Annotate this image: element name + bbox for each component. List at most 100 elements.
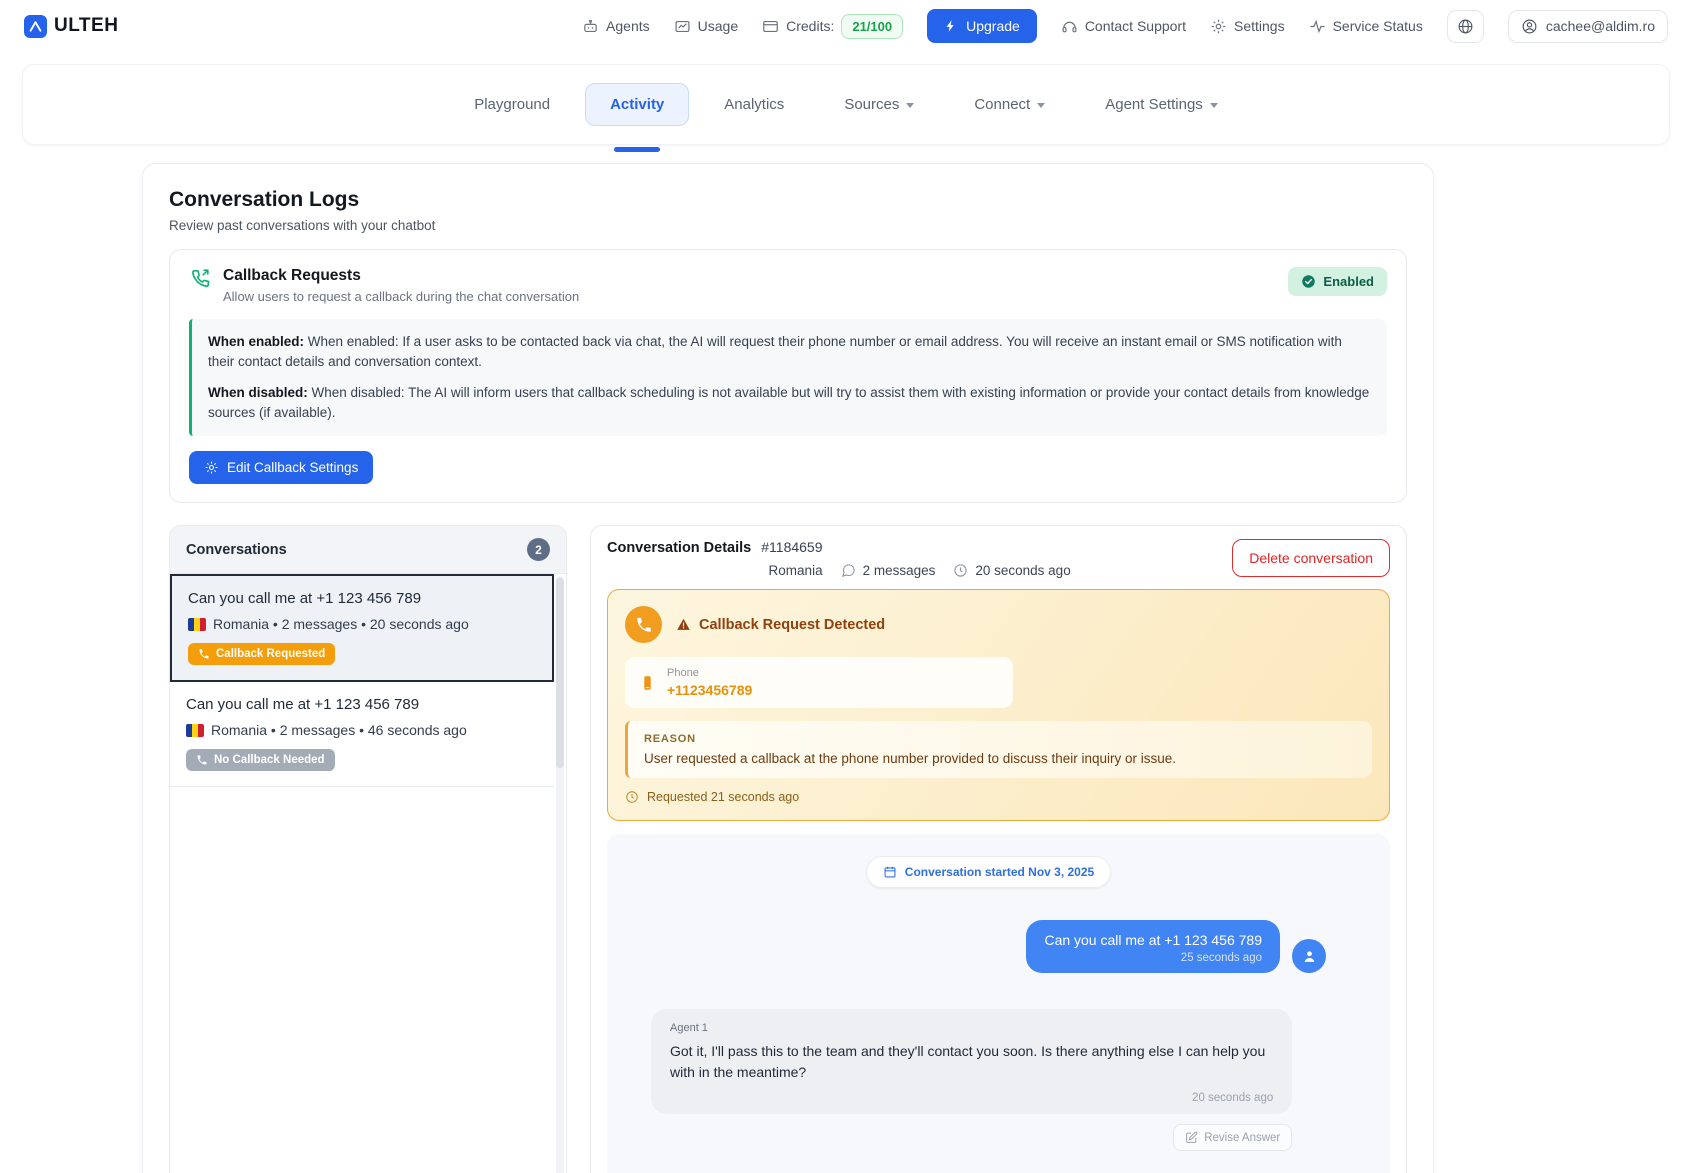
brand-name: ULTEH bbox=[54, 15, 118, 37]
conversations-header: Conversations 2 bbox=[170, 526, 566, 574]
conversations-scrollbar bbox=[556, 576, 564, 1173]
chevron-down-icon bbox=[1210, 103, 1218, 108]
tab-playground[interactable]: Playground bbox=[449, 83, 575, 126]
navbar-menu: Agents Usage Credits: 21/100 Upgrade Con… bbox=[582, 9, 1668, 43]
nav-usage[interactable]: Usage bbox=[674, 18, 738, 35]
details-meta-row: Romania 2 messages 20 seconds ago bbox=[607, 563, 1232, 578]
gear-icon bbox=[1210, 18, 1227, 35]
conversation-list-item[interactable]: Can you call me at +1 123 456 789 Romani… bbox=[170, 574, 554, 682]
romania-flag-icon bbox=[186, 724, 204, 737]
phone-callback-icon bbox=[189, 267, 211, 289]
reason-text: User requested a callback at the phone n… bbox=[644, 751, 1356, 766]
chat-transcript-area: Conversation started Nov 3, 2025 Can you… bbox=[607, 834, 1390, 1173]
mobile-phone-icon bbox=[639, 673, 656, 693]
language-globe-button[interactable] bbox=[1447, 10, 1484, 43]
agent-message-row: Agent 1 Got it, I'll pass this to the te… bbox=[651, 1009, 1326, 1151]
conversations-title: Conversations bbox=[186, 542, 287, 558]
conversation-meta: Romania • 2 messages • 20 seconds ago bbox=[213, 616, 469, 632]
details-title: Conversation Details bbox=[607, 540, 751, 556]
edit-callback-settings-button[interactable]: Edit Callback Settings bbox=[189, 451, 373, 484]
user-message-row: Can you call me at +1 123 456 789 25 sec… bbox=[651, 920, 1326, 973]
page-title: Conversation Logs bbox=[169, 188, 1407, 212]
romania-flag-icon bbox=[188, 618, 206, 631]
speech-bubble-icon bbox=[841, 563, 856, 578]
reason-label: REASON bbox=[644, 733, 1356, 745]
nav-settings[interactable]: Settings bbox=[1210, 18, 1285, 35]
conversation-id: #1184659 bbox=[761, 539, 822, 555]
agent-tabs-bar: Playground Activity Analytics Sources Co… bbox=[22, 64, 1670, 145]
reason-box: REASON User requested a callback at the … bbox=[625, 721, 1372, 778]
brand-logo[interactable]: ULTEH bbox=[24, 15, 118, 38]
tab-activity[interactable]: Activity bbox=[585, 83, 689, 126]
tab-agent-settings[interactable]: Agent Settings bbox=[1080, 83, 1243, 126]
chevron-down-icon bbox=[906, 103, 914, 108]
conversations-panel: Conversations 2 Can you call me at +1 12… bbox=[169, 525, 567, 1173]
callback-requested-badge: Callback Requested bbox=[188, 643, 335, 665]
user-avatar bbox=[1292, 939, 1326, 973]
tab-analytics[interactable]: Analytics bbox=[699, 83, 809, 126]
no-callback-badge: No Callback Needed bbox=[186, 749, 335, 771]
delete-conversation-button[interactable]: Delete conversation bbox=[1232, 539, 1390, 577]
agent-message-bubble: Agent 1 Got it, I'll pass this to the te… bbox=[651, 1009, 1292, 1114]
clock-icon bbox=[953, 563, 968, 578]
credits-value-badge: 21/100 bbox=[841, 14, 903, 39]
user-account-menu[interactable]: cachee@aldim.ro bbox=[1508, 10, 1668, 43]
callback-detected-card: Callback Request Detected Phone +1123456… bbox=[607, 589, 1390, 821]
headset-icon bbox=[1061, 18, 1078, 35]
callback-info-box: When enabled: When enabled: If a user as… bbox=[189, 319, 1387, 436]
conversation-details-panel: Conversation Details #1184659 Romania 2 … bbox=[590, 525, 1407, 1173]
robot-icon bbox=[582, 18, 599, 35]
gear-icon bbox=[204, 460, 219, 475]
phone-label: Phone bbox=[667, 667, 752, 679]
phone-icon bbox=[198, 648, 210, 660]
requested-time-line: Requested 21 seconds ago bbox=[625, 790, 1372, 804]
nav-service-status[interactable]: Service Status bbox=[1309, 18, 1423, 35]
time-meta: 20 seconds ago bbox=[975, 563, 1070, 578]
user-circle-icon bbox=[1521, 18, 1538, 35]
user-message-time: 25 seconds ago bbox=[1044, 952, 1262, 964]
globe-icon bbox=[1457, 18, 1474, 35]
conversation-started-pill: Conversation started Nov 3, 2025 bbox=[866, 856, 1111, 888]
agent-name: Agent 1 bbox=[670, 1022, 1273, 1034]
phone-icon bbox=[196, 754, 208, 766]
when-disabled-paragraph: When disabled: When disabled: The AI wil… bbox=[208, 383, 1371, 424]
warning-triangle-icon bbox=[676, 617, 691, 632]
conversation-meta: Romania • 2 messages • 46 seconds ago bbox=[211, 722, 467, 738]
top-navbar: ULTEH Agents Usage Credits: 21/100 Upgra… bbox=[0, 0, 1692, 52]
check-circle-icon bbox=[1301, 274, 1316, 289]
scrollbar-thumb[interactable] bbox=[556, 578, 564, 768]
callback-requests-title: Callback Requests bbox=[223, 267, 579, 285]
chevron-down-icon bbox=[1037, 103, 1045, 108]
nav-credits: Credits: 21/100 bbox=[762, 14, 903, 39]
when-enabled-paragraph: When enabled: When enabled: If a user as… bbox=[208, 332, 1371, 373]
status-badge-enabled: Enabled bbox=[1288, 267, 1387, 296]
pencil-icon bbox=[1185, 1131, 1198, 1144]
phone-circle-icon bbox=[625, 606, 662, 643]
revise-answer-button[interactable]: Revise Answer bbox=[1173, 1124, 1292, 1151]
credits-label: Credits: bbox=[786, 18, 834, 34]
callback-requests-subtitle: Allow users to request a callback during… bbox=[223, 289, 579, 304]
user-email: cachee@aldim.ro bbox=[1546, 18, 1655, 34]
phone-info-box: Phone +1123456789 bbox=[625, 657, 1013, 708]
brand-logo-icon bbox=[24, 15, 47, 38]
callback-requests-card: Callback Requests Allow users to request… bbox=[169, 249, 1407, 503]
pulse-icon bbox=[1309, 18, 1326, 35]
agent-message-text: Got it, I'll pass this to the team and t… bbox=[670, 1041, 1273, 1083]
upgrade-button[interactable]: Upgrade bbox=[927, 9, 1037, 43]
phone-value: +1123456789 bbox=[667, 682, 752, 698]
messages-meta: 2 messages bbox=[863, 563, 936, 578]
tab-sources[interactable]: Sources bbox=[819, 83, 939, 126]
calendar-icon bbox=[883, 865, 897, 879]
tab-connect[interactable]: Connect bbox=[949, 83, 1070, 126]
callback-detected-heading: Callback Request Detected bbox=[699, 617, 885, 633]
conversation-list-item[interactable]: Can you call me at +1 123 456 789 Romani… bbox=[170, 682, 554, 787]
user-message-bubble: Can you call me at +1 123 456 789 25 sec… bbox=[1026, 920, 1280, 973]
conversations-list: Can you call me at +1 123 456 789 Romani… bbox=[170, 574, 566, 1173]
credit-card-icon bbox=[762, 18, 779, 35]
nav-agents[interactable]: Agents bbox=[582, 18, 650, 35]
page-subtitle: Review past conversations with your chat… bbox=[169, 218, 1407, 233]
user-message-text: Can you call me at +1 123 456 789 bbox=[1044, 932, 1262, 948]
nav-contact-support[interactable]: Contact Support bbox=[1061, 18, 1186, 35]
country-meta: Romania bbox=[769, 563, 823, 578]
lightning-icon bbox=[944, 19, 958, 33]
